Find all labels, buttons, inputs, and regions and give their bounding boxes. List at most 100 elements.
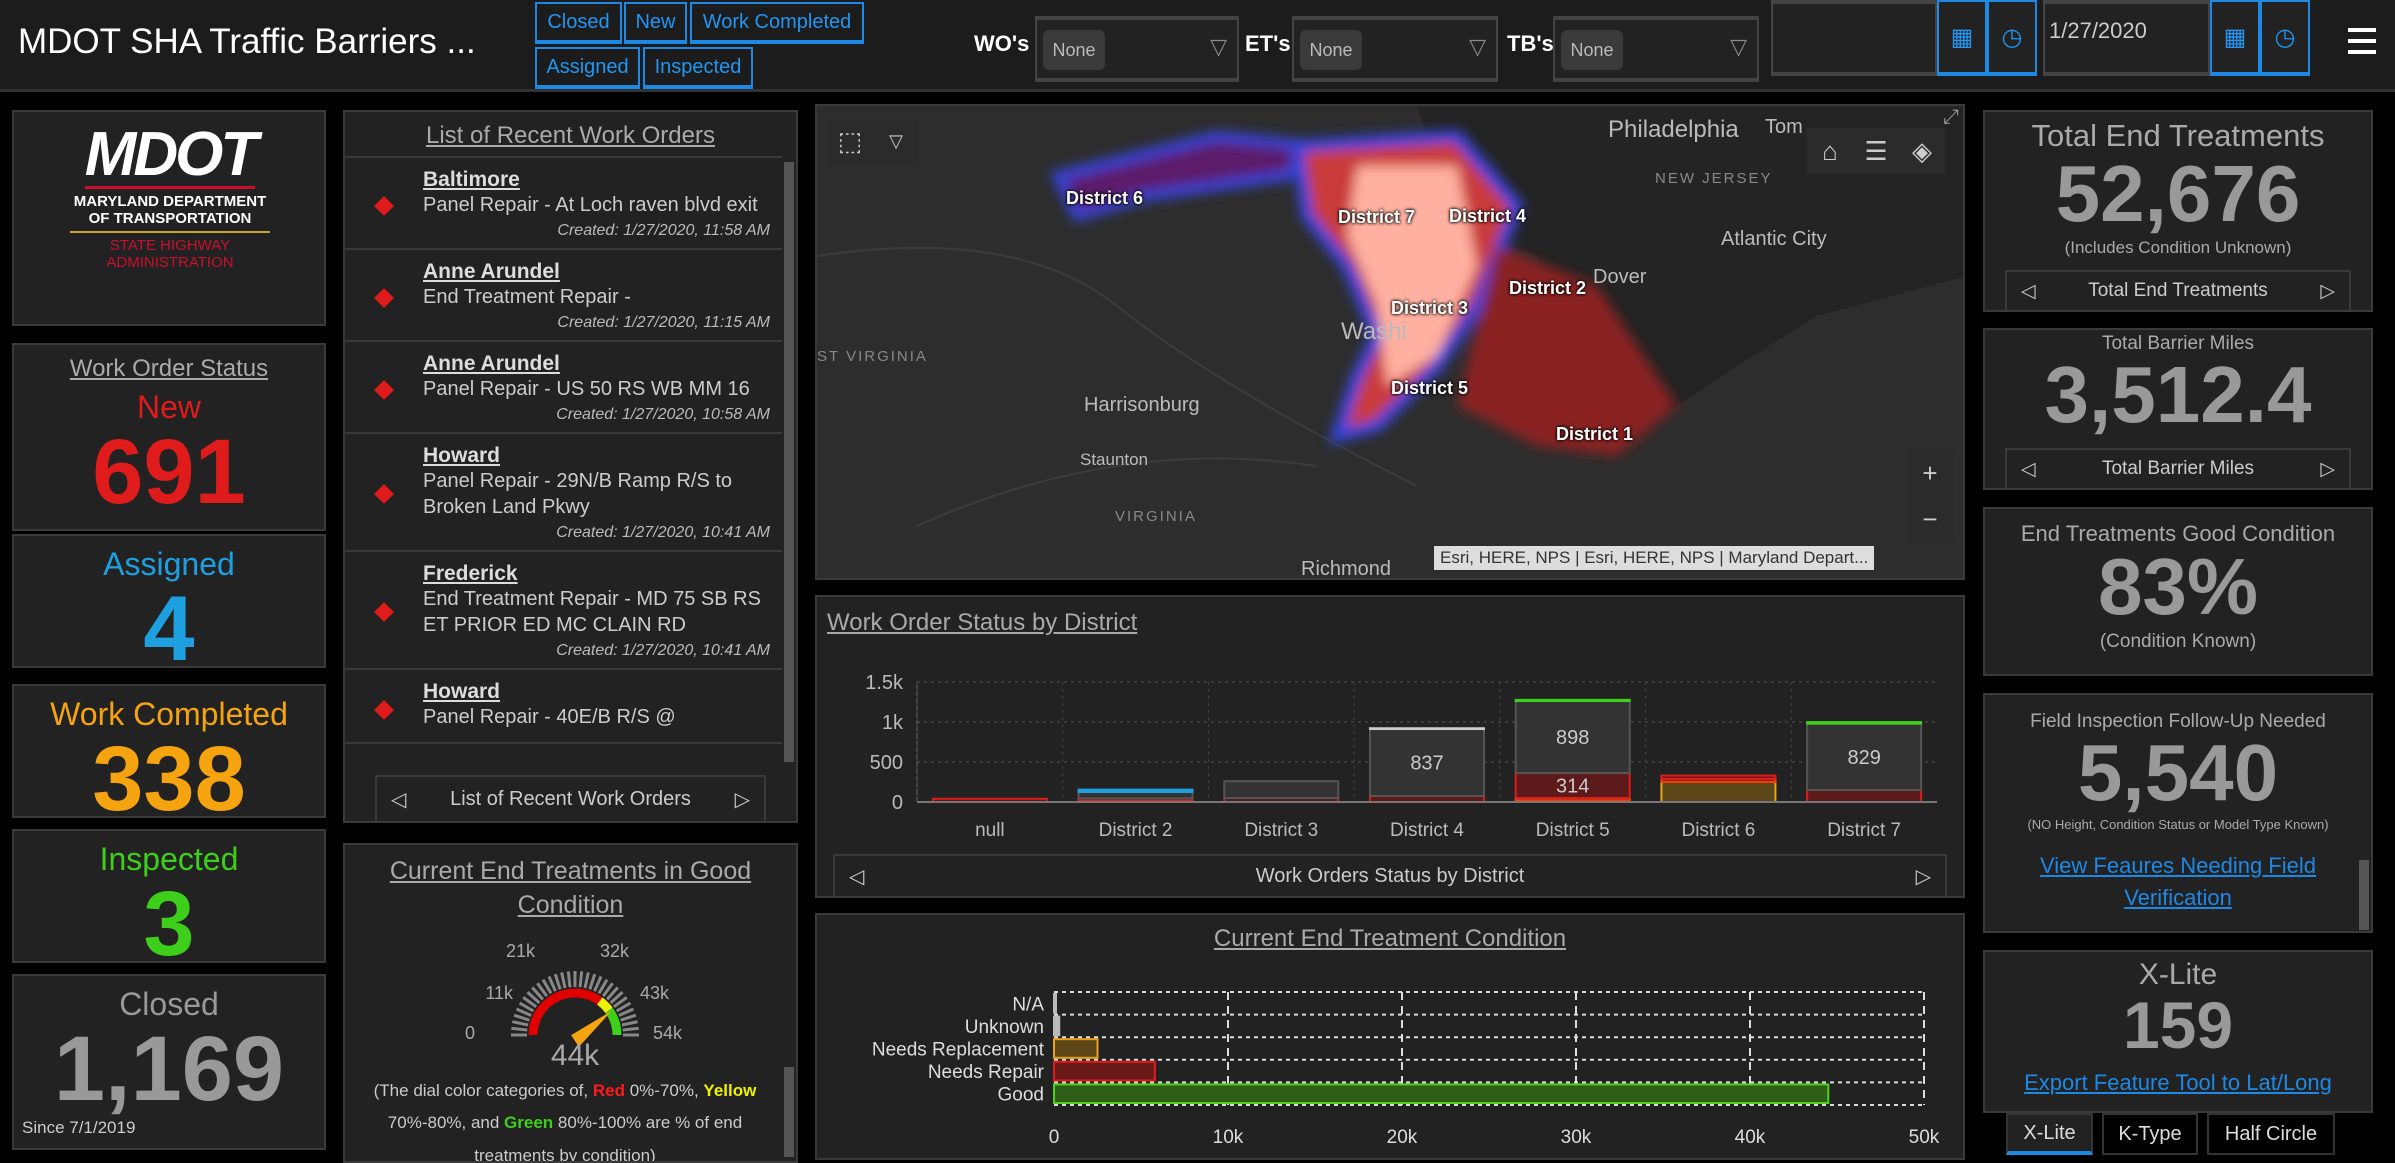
- barrier-miles-footer: ◁ Total Barrier Miles ▷: [2005, 448, 2351, 488]
- district-label: District 5: [1391, 378, 1469, 398]
- work-order-item[interactable]: Baltimore Panel Repair - At Loch raven b…: [345, 158, 782, 250]
- work-order-item[interactable]: Anne Arundel End Treatment Repair - Crea…: [345, 250, 782, 342]
- start-date-input[interactable]: [1771, 0, 1937, 76]
- district-label: District 3: [1391, 298, 1469, 318]
- end-date-input[interactable]: 1/27/2020: [2043, 0, 2210, 76]
- work-order-item[interactable]: Howard Panel Repair - 29N/B Ramp R/S to …: [345, 434, 782, 552]
- prev-arrow-icon[interactable]: ◁: [391, 787, 406, 812]
- filter-new-button[interactable]: New: [624, 2, 687, 44]
- gauge-tick: [566, 971, 572, 988]
- note-text: 70%-80%, and: [387, 1113, 505, 1133]
- gauge-tick-label: 0: [465, 1023, 475, 1043]
- xlite-card: X-Lite 159 Export Feature Tool to Lat/Lo…: [1983, 950, 2373, 1113]
- good-condition-card: End Treatments Good Condition 83% (Condi…: [1983, 507, 2373, 676]
- hamburger-menu-icon[interactable]: [2348, 28, 2376, 54]
- map-place-label: Atlantic City: [1721, 228, 1827, 250]
- calendar-icon[interactable]: ▦: [1937, 0, 1987, 76]
- export-tool-link[interactable]: Export Feature Tool to Lat/Long: [1985, 1070, 2371, 1096]
- work-order-county: Frederick: [423, 562, 518, 585]
- fullscreen-icon[interactable]: ⤢: [1943, 106, 1959, 129]
- gauge-scrollbar[interactable]: [784, 1067, 794, 1157]
- y-tick-label: N/A: [1012, 994, 1044, 1015]
- select-tool-icon[interactable]: ⬚: [827, 118, 873, 164]
- work-order-item[interactable]: Frederick End Treatment Repair - MD 75 S…: [345, 552, 782, 670]
- view-features-link[interactable]: View Feaures Needing Field Verification: [2025, 850, 2331, 914]
- district-label: District 4: [1449, 206, 1527, 226]
- work-order-description: End Treatment Repair -: [423, 286, 631, 308]
- status-work-completed-card: Work Completed 338: [12, 684, 326, 825]
- map-place-label: Richmond: [1301, 558, 1392, 580]
- map-attribution: Esri, HERE, NPS | Esri, HERE, NPS | Mary…: [1434, 546, 1875, 570]
- work-order-created: Created: 1/27/2020, 10:58 AM: [556, 406, 770, 423]
- layers-icon[interactable]: ◈: [1899, 128, 1945, 174]
- filter-assigned-button[interactable]: Assigned: [535, 47, 640, 89]
- next-arrow-icon[interactable]: ▷: [1916, 864, 1931, 889]
- zoom-in-button[interactable]: +: [1907, 450, 1953, 496]
- bar-segment: [1369, 727, 1485, 731]
- district-label: District 6: [1066, 188, 1144, 208]
- x-tick-label: 20k: [1387, 1127, 1418, 1148]
- y-tick-label: Needs Repair: [928, 1062, 1045, 1083]
- legend-list-icon[interactable]: ☰: [1853, 128, 1899, 174]
- barrier-miles-value: 3,512.4: [2044, 350, 2312, 439]
- prev-arrow-icon[interactable]: ◁: [849, 864, 864, 889]
- clock-icon[interactable]: ◷: [2260, 0, 2310, 76]
- et-filter-label: ET's: [1245, 31, 1291, 56]
- district-label: District 2: [1509, 278, 1587, 298]
- gauge-panel: Current End Treatments in Good Condition…: [343, 843, 798, 1163]
- chevron-down-icon: ▽: [1469, 34, 1486, 59]
- total-et-note: (Includes Condition Unknown): [2064, 238, 2292, 257]
- calendar-icon[interactable]: ▦: [2210, 0, 2260, 76]
- work-order-description: Panel Repair - US 50 RS WB MM 16: [423, 378, 750, 400]
- tb-filter-label: TB's: [1507, 31, 1554, 56]
- map-place-label: Tom: [1765, 116, 1803, 138]
- map-view[interactable]: Philadelphia Tom NEW JERSEY Atlantic Cit…: [815, 104, 1965, 580]
- prev-arrow-icon[interactable]: ◁: [2021, 280, 2036, 303]
- bar: [1053, 993, 1057, 1014]
- tb-filter-select[interactable]: None ▽: [1553, 16, 1759, 82]
- bar-segment: [1660, 781, 1777, 803]
- work-order-description: Panel Repair - 29N/B Ramp R/S to Broken …: [423, 470, 733, 518]
- work-order-item[interactable]: Howard Panel Repair - 40E/B R/S @: [345, 670, 782, 744]
- chevron-down-icon[interactable]: ▽: [873, 118, 919, 164]
- tab-x-lite[interactable]: X-Lite: [2006, 1113, 2093, 1155]
- gauge-tick: [553, 973, 562, 990]
- next-arrow-icon[interactable]: ▷: [2320, 280, 2335, 303]
- status-marker-icon: [374, 484, 394, 505]
- filter-inspected-button[interactable]: Inspected: [643, 47, 753, 89]
- gauge-band: [605, 1007, 622, 1036]
- prev-arrow-icon[interactable]: ◁: [2021, 458, 2036, 481]
- filter-work-completed-button[interactable]: Work Completed: [690, 2, 864, 44]
- gauge-tick: [513, 1013, 530, 1022]
- logo-line3: STATE HIGHWAY: [109, 237, 231, 254]
- next-arrow-icon[interactable]: ▷: [2320, 458, 2335, 481]
- gauge-tick: [620, 1013, 637, 1022]
- recent-work-orders-panel: List of Recent Work Orders Baltimore Pan…: [343, 110, 798, 823]
- et-filter-select[interactable]: None ▽: [1292, 16, 1498, 82]
- list-scrollbar[interactable]: [784, 162, 794, 762]
- bar-segment: [1806, 789, 1923, 803]
- wo-filter-value: None: [1043, 30, 1105, 70]
- work-order-item[interactable]: Anne Arundel Panel Repair - US 50 RS WB …: [345, 342, 782, 434]
- card-scrollbar[interactable]: [2359, 860, 2369, 930]
- next-arrow-icon[interactable]: ▷: [735, 787, 750, 812]
- tab-half-circle[interactable]: Half Circle: [2207, 1113, 2335, 1155]
- data-label: 837: [1410, 753, 1443, 775]
- x-tick-label: District 5: [1536, 820, 1610, 841]
- map-place-label: ST VIRGINIA: [817, 348, 928, 365]
- filter-closed-button[interactable]: Closed: [535, 2, 622, 44]
- x-tick-label: null: [975, 820, 1005, 841]
- horizontal-bar-chart: 0 10k 20k 30k 40k 50k N/AUnknownNeeds Replacem…: [872, 991, 1940, 1148]
- wo-filter-select[interactable]: None ▽: [1035, 16, 1239, 82]
- status-marker-icon: [374, 602, 394, 623]
- zoom-out-button[interactable]: −: [1907, 496, 1953, 542]
- status-marker-icon: [374, 700, 394, 721]
- work-order-county: Howard: [423, 444, 501, 467]
- y-tick-label: 1k: [882, 712, 904, 734]
- chart2-title: Current End Treatment Condition: [1213, 925, 1567, 952]
- home-icon[interactable]: ⌂: [1807, 128, 1853, 174]
- tab-k-type[interactable]: K-Type: [2102, 1113, 2198, 1155]
- wo-filter-label: WO's: [974, 31, 1030, 56]
- gauge-band: [596, 997, 613, 1014]
- clock-icon[interactable]: ◷: [1987, 0, 2037, 76]
